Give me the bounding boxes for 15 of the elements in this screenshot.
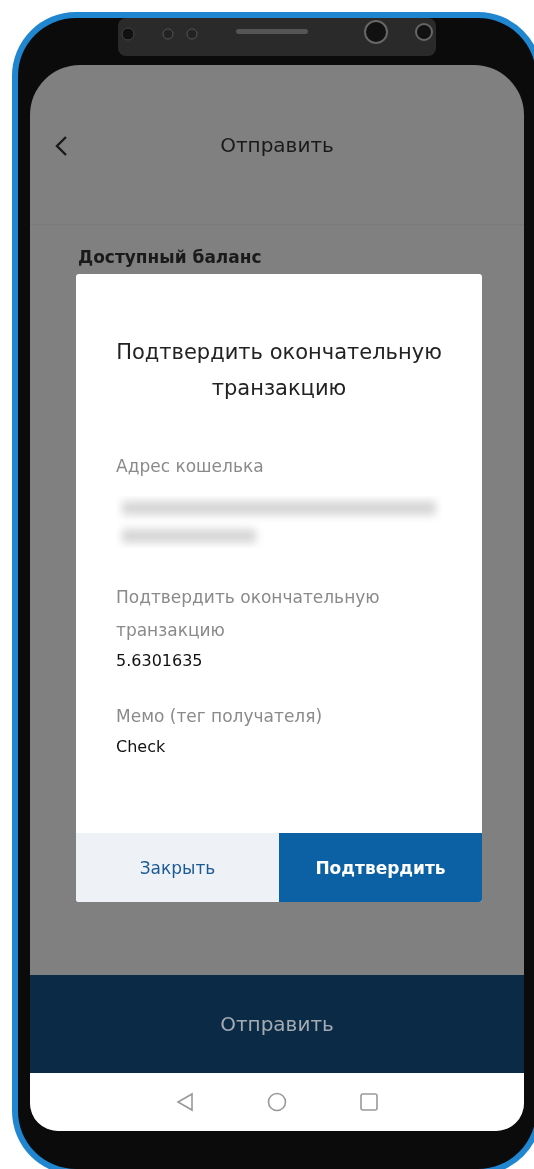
- back-icon[interactable]: [54, 135, 68, 157]
- field-value: Check: [116, 737, 167, 756]
- close-button[interactable]: Закрыть: [76, 833, 279, 902]
- confirm-button[interactable]: Подтвердить: [279, 833, 482, 902]
- field-label: Мемо (тег получателя): [116, 705, 324, 728]
- field-value: 5.6301635: [116, 651, 204, 670]
- field-label: Адрес кошелька: [116, 455, 265, 478]
- send-button[interactable]: Отправить: [30, 975, 524, 1073]
- field-label: Подтвердить окончательную транзакцию: [116, 586, 381, 642]
- back-triangle-icon[interactable]: [175, 1092, 195, 1112]
- home-circle-icon[interactable]: [267, 1092, 287, 1112]
- balance-label: Доступный баланс: [78, 247, 262, 267]
- page-title: Отправить: [220, 132, 334, 157]
- dialog-title: Подтвердить окончательную транзакцию: [115, 339, 443, 402]
- recents-square-icon[interactable]: [359, 1092, 379, 1112]
